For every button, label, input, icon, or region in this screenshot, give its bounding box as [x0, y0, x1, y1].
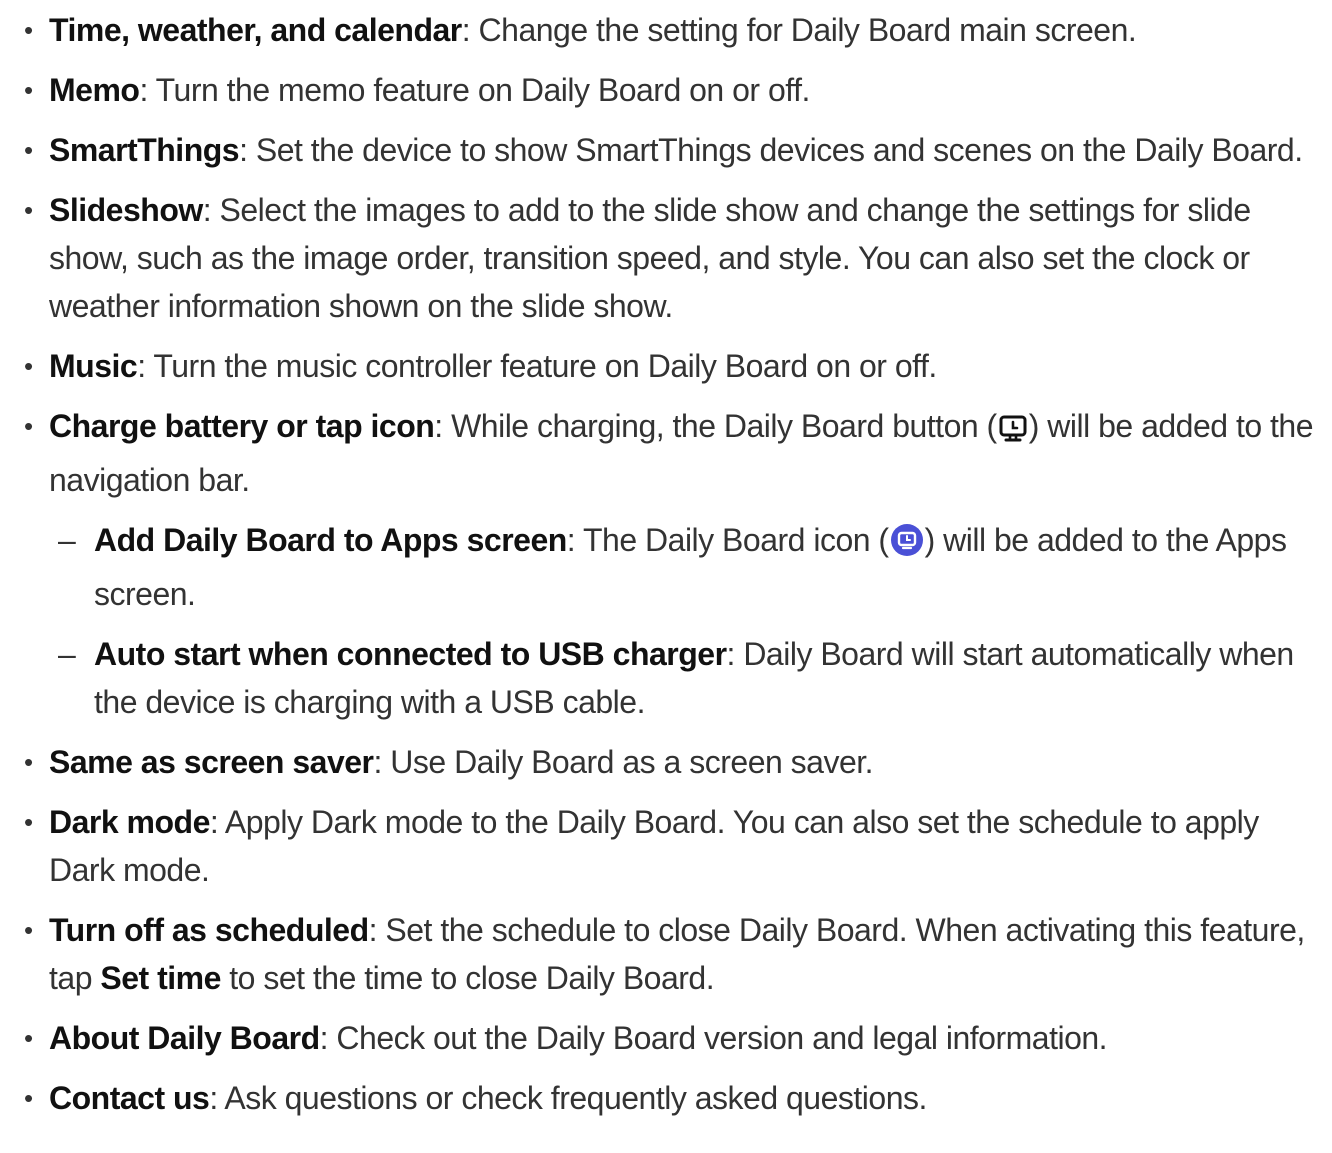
item-description-before: : While charging, the Daily Board button… — [434, 408, 997, 444]
bullet: • — [24, 747, 33, 777]
dash: – — [58, 636, 76, 672]
item-term: About Daily Board — [49, 1020, 320, 1056]
settings-description-list: • Time, weather, and calendar: Change th… — [0, 6, 1332, 1134]
list-subitem-add-to-apps-screen: – Add Daily Board to Apps screen: The Da… — [0, 516, 1332, 618]
item-description: : Change the setting for Daily Board mai… — [461, 12, 1137, 48]
list-item-time-weather-calendar: • Time, weather, and calendar: Change th… — [0, 6, 1332, 54]
item-term: Turn off as scheduled — [49, 912, 369, 948]
item-term: Contact us — [49, 1080, 210, 1116]
bullet: • — [24, 1083, 33, 1113]
list-item-turn-off-as-scheduled: • Turn off as scheduled: Set the schedul… — [0, 906, 1332, 1002]
bullet: • — [24, 195, 33, 225]
item-term: Charge battery or tap icon — [49, 408, 435, 444]
dash: – — [58, 522, 76, 558]
list-item-about-daily-board: • About Daily Board: Check out the Daily… — [0, 1014, 1332, 1062]
item-description: : Ask questions or check frequently aske… — [209, 1080, 927, 1116]
list-item-smartthings: • SmartThings: Set the device to show Sm… — [0, 126, 1332, 174]
item-term: Auto start when connected to USB charger — [94, 636, 727, 672]
item-description-after: to set the time to close Daily Board. — [220, 960, 715, 996]
item-term: Slideshow — [49, 192, 203, 228]
item-description-before: : The Daily Board icon ( — [566, 522, 889, 558]
list-item-dark-mode: • Dark mode: Apply Dark mode to the Dail… — [0, 798, 1332, 894]
item-term: Time, weather, and calendar — [49, 12, 462, 48]
set-time-label: Set time — [100, 960, 221, 996]
list-item-slideshow: • Slideshow: Select the images to add to… — [0, 186, 1332, 330]
list-item-contact-us: • Contact us: Ask questions or check fre… — [0, 1074, 1332, 1122]
list-subitem-auto-start-usb: – Auto start when connected to USB charg… — [0, 630, 1332, 726]
bullet: • — [24, 351, 33, 381]
bullet: • — [24, 1023, 33, 1053]
item-description: : Turn the music controller feature on D… — [137, 348, 937, 384]
bullet: • — [24, 915, 33, 945]
feature-list: • Time, weather, and calendar: Change th… — [0, 6, 1332, 1122]
daily-board-button-icon — [998, 408, 1028, 456]
daily-board-app-icon — [890, 522, 924, 570]
item-description: : Select the images to add to the slide … — [49, 192, 1251, 324]
item-term: SmartThings — [49, 132, 240, 168]
item-description: : Apply Dark mode to the Daily Board. Yo… — [49, 804, 1259, 888]
item-description: : Turn the memo feature on Daily Board o… — [139, 72, 810, 108]
item-term: Dark mode — [49, 804, 210, 840]
item-term: Music — [49, 348, 138, 384]
item-description: : Use Daily Board as a screen saver. — [373, 744, 874, 780]
list-item-music: • Music: Turn the music controller featu… — [0, 342, 1332, 390]
item-term: Same as screen saver — [49, 744, 374, 780]
bullet: • — [24, 75, 33, 105]
bullet: • — [24, 807, 33, 837]
item-term: Add Daily Board to Apps screen — [94, 522, 567, 558]
list-item-charge-battery-or-tap-icon: • Charge battery or tap icon: While char… — [0, 402, 1332, 504]
item-term: Memo — [49, 72, 140, 108]
list-item-same-as-screen-saver: • Same as screen saver: Use Daily Board … — [0, 738, 1332, 786]
bullet: • — [24, 15, 33, 45]
item-description: : Check out the Daily Board version and … — [319, 1020, 1108, 1056]
bullet: • — [24, 411, 33, 441]
bullet: • — [24, 135, 33, 165]
list-item-memo: • Memo: Turn the memo feature on Daily B… — [0, 66, 1332, 114]
item-description: : Set the device to show SmartThings dev… — [239, 132, 1303, 168]
